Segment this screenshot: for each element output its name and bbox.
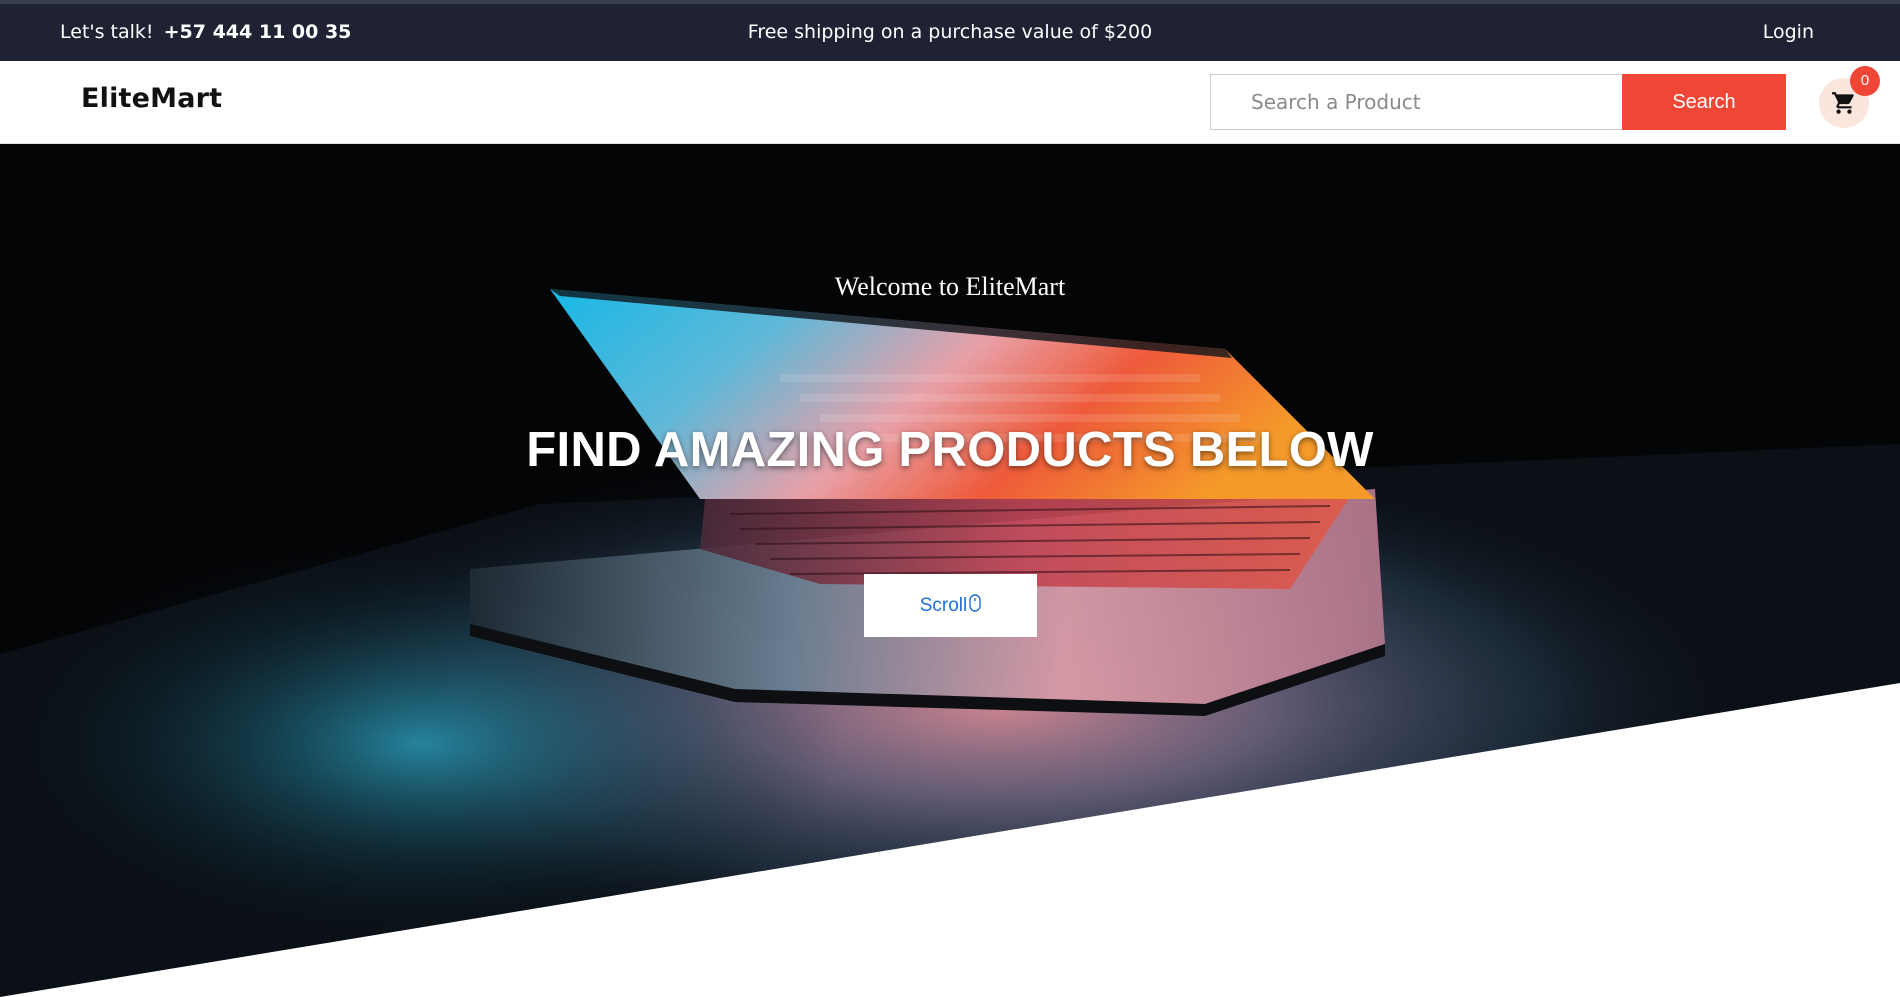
search-input[interactable] bbox=[1210, 74, 1622, 130]
shopping-cart-icon bbox=[1832, 92, 1854, 114]
hero-welcome-text: Welcome to EliteMart bbox=[834, 272, 1066, 301]
login-link[interactable]: Login bbox=[1763, 21, 1814, 43]
site-header: EliteMart Search 0 bbox=[0, 61, 1900, 144]
mouse-icon bbox=[969, 593, 981, 618]
cart-button[interactable]: 0 bbox=[1819, 66, 1880, 128]
scroll-button[interactable]: Scroll bbox=[864, 574, 1037, 637]
announcement-bar: Let's talk! +57 444 11 00 35 Free shippi… bbox=[0, 0, 1900, 61]
hero-banner: Welcome to EliteMart FIND AMAZING PRODUC… bbox=[0, 144, 1900, 997]
hero-headline: FIND AMAZING PRODUCTS BELOW bbox=[526, 423, 1374, 477]
shipping-promo: Free shipping on a purchase value of $20… bbox=[747, 21, 1153, 43]
search-button[interactable]: Search bbox=[1622, 74, 1786, 130]
cart-count-badge: 0 bbox=[1850, 66, 1880, 96]
brand-logo[interactable]: EliteMart bbox=[81, 83, 222, 114]
scroll-label: Scroll bbox=[919, 594, 968, 616]
